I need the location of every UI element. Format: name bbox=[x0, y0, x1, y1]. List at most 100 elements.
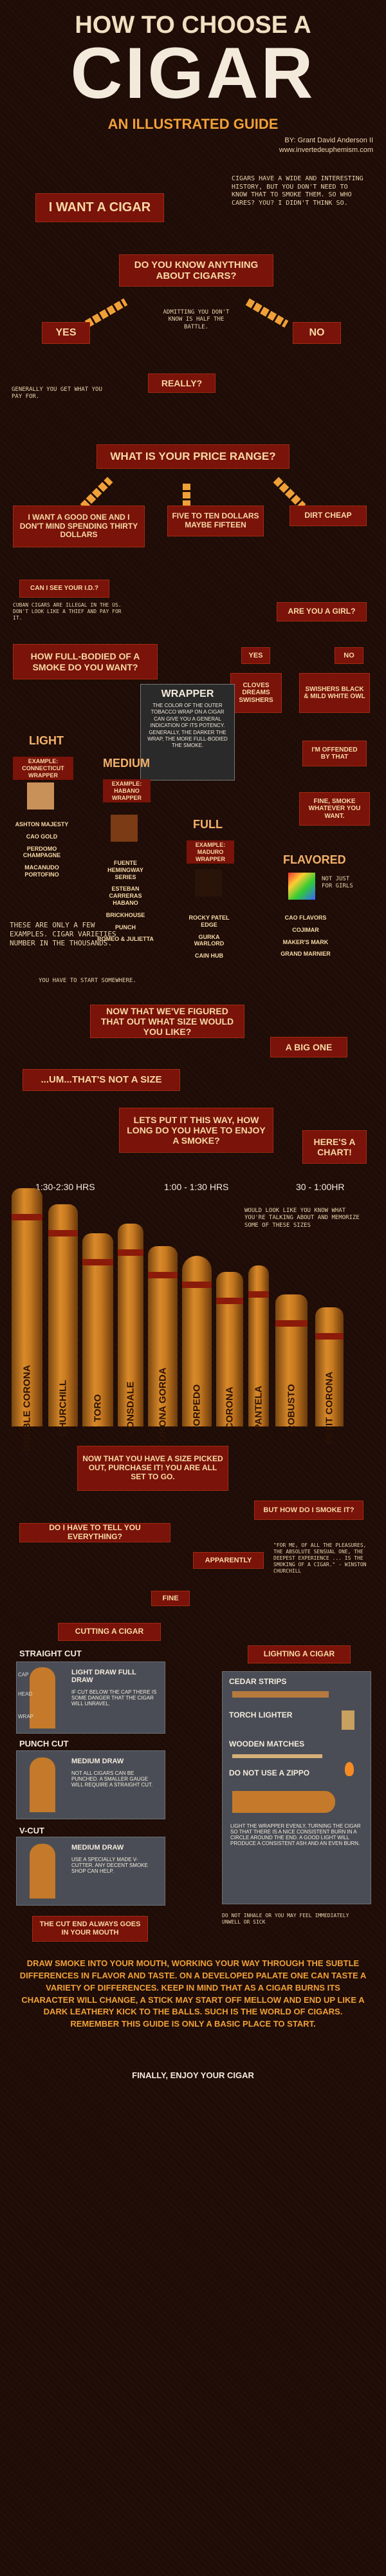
offended-box: I'M OFFENDED BY THAT bbox=[302, 741, 367, 766]
full-wrapper-swatch bbox=[195, 869, 222, 896]
light-wrapper: EXAMPLE: CONNECTICUT WRAPPER bbox=[13, 757, 73, 781]
admit-note: ADMITTING YOU DON'T KNOW IS HALF THE BAT… bbox=[163, 309, 230, 330]
punch-draw: MEDIUM DRAW bbox=[71, 1757, 124, 1765]
medium-item: PUNCH bbox=[115, 923, 136, 931]
cedar-strip-icon bbox=[232, 1691, 329, 1698]
cigar-pantela: PANTELA bbox=[248, 1265, 269, 1430]
v-draw: MEDIUM DRAW bbox=[71, 1844, 124, 1852]
light-list: ASHTON MAJESTY CAO GOLD PERDOMO CHAMPAGN… bbox=[13, 821, 71, 884]
medium-wrapper-swatch bbox=[111, 815, 138, 842]
flame-icon bbox=[345, 1762, 354, 1776]
straight-note: IF CUT BELOW THE CAP THERE IS SOME DANGE… bbox=[71, 1689, 157, 1707]
light-wrapper-swatch bbox=[27, 782, 54, 810]
flavored-item: GRAND MARNIER bbox=[280, 951, 331, 958]
site-link[interactable]: www.invertedeuphemism.com bbox=[279, 146, 373, 154]
cap-label: CAP bbox=[18, 1672, 29, 1678]
flavored-item: CAO FLAVORS bbox=[284, 914, 327, 921]
light-item: MACANUDO PORTOFINO bbox=[24, 864, 59, 878]
not-size-box: ...UM...THAT'S NOT A SIZE bbox=[23, 1069, 180, 1091]
cigar-corona-gorda: CORONA GORDA bbox=[148, 1246, 178, 1449]
lighting-note: LIGHT THE WRAPPER EVENLY, TURNING THE CI… bbox=[230, 1823, 361, 1846]
punch-note: NOT ALL CIGARS CAN BE PUNCHED. A SMALLER… bbox=[71, 1770, 153, 1788]
answer-yes[interactable]: YES bbox=[42, 322, 90, 344]
cigar-head-illustration bbox=[30, 1667, 55, 1728]
cigar-petit-corona: PETIT CORONA bbox=[315, 1307, 344, 1444]
flavored-swatch bbox=[288, 873, 315, 900]
byline: BY: Grant David Anderson II bbox=[284, 137, 373, 144]
intro-note: CIGARS HAVE A WIDE AND INTERESTING HISTO… bbox=[232, 175, 363, 207]
fine-label: FINE bbox=[151, 1591, 190, 1606]
straight-cut-label: STRAIGHT CUT bbox=[19, 1649, 82, 1658]
churchill-quote: "FOR ME, OF ALL THE PLEASURES, THE ABSOL… bbox=[273, 1542, 367, 1574]
cigar-chart: DOUBLE CORONA CHURCHILL TORO LONSDALE CO… bbox=[0, 1172, 386, 1452]
cutting-title: CUTTING A CIGAR bbox=[58, 1623, 161, 1641]
v-cut-label: V-CUT bbox=[19, 1826, 44, 1835]
really-box: REALLY? bbox=[148, 374, 216, 393]
full-list: ROCKY PATEL EDGE GURKA WARLORD CAIN HUB bbox=[183, 914, 235, 965]
price-five[interactable]: FIVE TO TEN DOLLARS MAYBE FIFTEEN bbox=[167, 506, 264, 536]
girl-question: ARE YOU A GIRL? bbox=[277, 602, 367, 621]
size-question: NOW THAT WE'VE FIGURED THAT OUT WHAT SIZ… bbox=[90, 1005, 244, 1038]
girl-yes[interactable]: YES bbox=[241, 647, 270, 664]
straight-cut-panel: CAP HEAD WRAP LIGHT DRAW FULL DRAW IF CU… bbox=[16, 1662, 165, 1734]
chart-box: HERE'S A CHART! bbox=[302, 1130, 367, 1164]
punch-cut-panel: MEDIUM DRAW NOT ALL CIGARS CAN BE PUNCHE… bbox=[16, 1750, 165, 1819]
medium-item: FUENTE HEMINGWAY SERIES bbox=[107, 860, 143, 880]
wrapper-title: WRAPPER bbox=[161, 688, 214, 699]
big-one-box: A BIG ONE bbox=[270, 1037, 347, 1057]
head-label: HEAD bbox=[18, 1691, 33, 1697]
flavored-item: MAKER'S MARK bbox=[282, 938, 329, 945]
full-wrapper: EXAMPLE: MADURO WRAPPER bbox=[187, 840, 234, 864]
start-note: YOU HAVE TO START SOMEWHERE. bbox=[39, 978, 136, 984]
girl-no[interactable]: NO bbox=[335, 647, 363, 664]
price-cheap[interactable]: DIRT CHEAP bbox=[290, 506, 367, 526]
know-cigars-question: DO YOU KNOW ANYTHING ABOUT CIGARS? bbox=[119, 254, 273, 287]
v-note: USE A SPECIALLY MADE V-CUTTER. ANY DECEN… bbox=[71, 1857, 148, 1874]
full-label: FULL bbox=[193, 818, 223, 831]
wrapper-panel: WRAPPER THE COLOR OF THE OUTER TOBACCO W… bbox=[140, 684, 235, 781]
medium-item: BRICKHOUSE bbox=[106, 911, 145, 918]
how-smoke-box: BUT HOW DO I SMOKE IT? bbox=[254, 1501, 363, 1520]
flavored-item: COJIMAR bbox=[292, 926, 319, 933]
inhale-note: DO NOT INHALE OR YOU MAY FEEL IMMEDIATEL… bbox=[222, 1913, 349, 1925]
page-subtitle: AN ILLUSTRATED GUIDE bbox=[107, 116, 279, 132]
full-item: GURKA WARLORD bbox=[194, 933, 225, 947]
medium-wrapper: EXAMPLE: HABANO WRAPPER bbox=[103, 779, 151, 803]
finally-text: FINALLY, ENJOY YOUR CIGAR bbox=[132, 2070, 254, 2080]
torch-icon bbox=[342, 1710, 354, 1730]
cedar-strips-label: CEDAR STRIPS bbox=[229, 1677, 287, 1686]
apparently-box: APPARENTLY bbox=[193, 1552, 264, 1569]
page-title-main: CIGAR bbox=[70, 33, 316, 113]
flavored-note: NOT JUST FOR GIRLS bbox=[322, 876, 353, 890]
fine-box: FINE, SMOKE WHATEVER YOU WANT. bbox=[299, 792, 370, 826]
girl-cloves: CLOVES DREAMS SWISHERS bbox=[230, 673, 282, 713]
light-label: LIGHT bbox=[29, 734, 64, 747]
flavored-list: CAO FLAVORS COJIMAR MAKER'S MARK GRAND M… bbox=[277, 914, 335, 963]
wrapper-text: THE COLOR OF THE OUTER TOBACCO WRAP ON A… bbox=[147, 703, 228, 749]
cuban-note: CUBAN CIGARS ARE ILLEGAL IN THE US. DON'… bbox=[13, 602, 122, 621]
price-good[interactable]: I WANT A GOOD ONE AND I DON'T MIND SPEND… bbox=[13, 506, 145, 547]
price-question: WHAT IS YOUR PRICE RANGE? bbox=[96, 444, 290, 469]
cigar-double-corona: DOUBLE CORONA bbox=[12, 1188, 42, 1452]
flavored-label: FLAVORED bbox=[283, 853, 346, 866]
picked-box: NOW THAT YOU HAVE A SIZE PICKED OUT, PUR… bbox=[77, 1446, 228, 1491]
cigar-corona: CORONA bbox=[216, 1272, 243, 1430]
medium-item: ESTEBAN CARRERAS HABANO bbox=[109, 886, 142, 906]
id-box: CAN I SEE YOUR I.D.? bbox=[19, 580, 109, 598]
torch-lighter-label: TORCH LIGHTER bbox=[229, 1710, 293, 1719]
girl-swishers: SWISHERS BLACK & MILD WHITE OWL bbox=[299, 673, 370, 713]
cigar-lonsdale: LONSDALE bbox=[118, 1224, 143, 1435]
full-item: CAIN HUB bbox=[195, 952, 223, 960]
lighting-title: LIGHTING A CIGAR bbox=[248, 1645, 351, 1663]
light-item: CAO GOLD bbox=[26, 833, 58, 840]
lit-cigar-illustration bbox=[232, 1791, 335, 1813]
match-icon bbox=[232, 1754, 322, 1758]
tell-everything-box: DO I HAVE TO TELL YOU EVERYTHING? bbox=[19, 1523, 170, 1542]
pay-note: GENERALLY YOU GET WHAT YOU PAY FOR. bbox=[12, 386, 102, 401]
cigar-robusto: ROBUSTO bbox=[275, 1294, 308, 1432]
how-long-box: LETS PUT IT THIS WAY, HOW LONG DO YOU HA… bbox=[119, 1108, 273, 1153]
medium-list: FUENTE HEMINGWAY SERIES ESTEBAN CARRERAS… bbox=[96, 860, 154, 948]
v-cigar-illustration bbox=[30, 1844, 55, 1899]
answer-no[interactable]: NO bbox=[293, 322, 341, 344]
body-question: HOW FULL-BODIED OF A SMOKE DO YOU WANT? bbox=[13, 644, 158, 679]
